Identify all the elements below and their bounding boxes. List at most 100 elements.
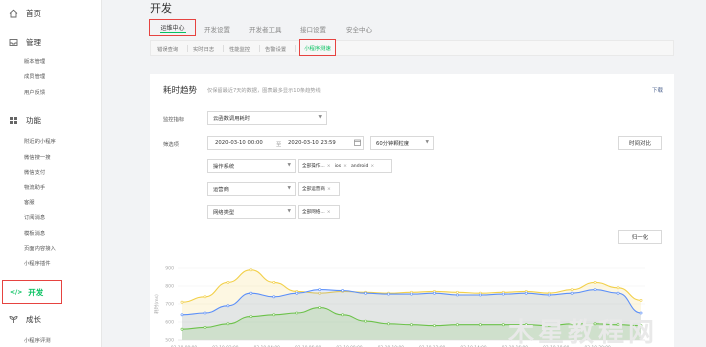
chevron-down-icon: ▼: [287, 209, 291, 214]
data-point: [455, 290, 459, 294]
close-icon[interactable]: ×: [370, 164, 374, 169]
download-link[interactable]: 下载: [652, 86, 663, 94]
date-start: 2020-03-10 00:00: [215, 140, 263, 146]
data-point: [318, 306, 322, 310]
tab-api-settings[interactable]: 接口设置: [300, 24, 326, 34]
tag-carrier-all[interactable]: 全部运营商 ×: [302, 186, 331, 192]
tab-dev-tools[interactable]: 开发者工具: [249, 24, 282, 34]
nav-growth-label: 成长: [26, 315, 41, 324]
data-point: [433, 324, 436, 328]
code-icon: </>: [10, 288, 23, 296]
tag-os-android[interactable]: android ×: [351, 164, 374, 169]
tab-ops-center[interactable]: 运维中心: [149, 19, 196, 36]
subtab-errors[interactable]: 错误查询: [157, 45, 178, 53]
tab-security[interactable]: 安全中心: [346, 24, 372, 34]
nav-growth[interactable]: 成长: [9, 314, 41, 325]
subtab-realtime-log[interactable]: 实时日志: [193, 45, 214, 53]
sidebar-item-pay[interactable]: 微信支付: [24, 168, 45, 176]
filter-label: 筛选项: [163, 142, 179, 148]
close-icon[interactable]: ×: [327, 187, 331, 192]
subtab-performance[interactable]: 性能监控: [229, 45, 250, 53]
metric-select-value: 云函数调用耗时: [213, 116, 251, 122]
nav-features[interactable]: 功能: [9, 115, 41, 126]
sidebar-item-logistics[interactable]: 物流助手: [24, 183, 45, 191]
data-point: [455, 293, 459, 297]
nav-manage-label: 管理: [26, 38, 41, 47]
normalize-button[interactable]: 归一化: [618, 230, 662, 244]
data-point: [593, 280, 597, 284]
inbox-icon: [9, 38, 18, 47]
data-point: [249, 315, 253, 319]
data-point: [203, 295, 207, 299]
sidebar-item-members[interactable]: 成员管理: [24, 72, 45, 80]
data-point: [272, 313, 276, 317]
watermark-text: 木星教程网: [508, 318, 659, 347]
card-title: 耗时趋势: [163, 86, 198, 96]
data-point: [364, 291, 368, 295]
filter-network-tags[interactable]: 全部网络... ×: [298, 205, 340, 219]
subtab-divider: [259, 45, 260, 52]
subtab-bar: 错误查询 实时日志 性能监控 告警设置 小程序测速: [150, 39, 674, 56]
filter-carrier-name: 运营商: [213, 187, 229, 193]
granularity-select[interactable]: 60分钟颗粒度 ▼: [370, 136, 434, 150]
sidebar-item-evaluation[interactable]: 小程序评测: [24, 336, 51, 344]
filter-os-select[interactable]: 操作系统 ▼: [207, 159, 296, 173]
granularity-value: 60分钟颗粒度: [376, 141, 410, 147]
sidebar-item-nearby[interactable]: 附近的小程序: [24, 137, 56, 145]
date-range-picker[interactable]: 2020-03-10 00:00 至 2020-03-10 23:59: [207, 136, 364, 150]
chevron-down-icon: ▼: [287, 186, 291, 191]
data-point: [180, 327, 184, 331]
date-end: 2020-03-10 23:59: [288, 140, 336, 146]
close-icon[interactable]: ×: [327, 164, 331, 169]
filter-carrier-select[interactable]: 运营商 ▼: [207, 182, 296, 196]
sidebar-item-subscribe[interactable]: 订阅消息: [24, 213, 45, 221]
nav-develop[interactable]: </> 开发: [2, 280, 62, 304]
subtab-alerts[interactable]: 告警设置: [265, 45, 286, 53]
data-point: [570, 288, 574, 292]
filter-os-name: 操作系统: [213, 164, 235, 170]
sidebar-item-template[interactable]: 模板消息: [24, 229, 45, 237]
sidebar-item-version[interactable]: 版本管理: [24, 57, 45, 65]
tag-label: 全部运营商: [302, 187, 325, 192]
nav-home[interactable]: 首页: [9, 8, 41, 19]
filter-carrier-tags[interactable]: 全部运营商 ×: [298, 182, 340, 196]
data-point: [226, 280, 230, 284]
y-tick-label: 600: [165, 320, 174, 326]
tag-label: ios: [334, 163, 342, 169]
data-point: [180, 300, 184, 304]
tag-label: android: [350, 163, 369, 169]
close-icon[interactable]: ×: [343, 164, 347, 169]
subtab-divider: [187, 45, 188, 52]
metric-select[interactable]: 云函数调用耗时 ▼: [207, 111, 327, 125]
tag-os-ios[interactable]: ios ×: [335, 164, 347, 169]
sidebar-item-search[interactable]: 微信搜一搜: [24, 153, 51, 161]
sidebar-item-content[interactable]: 页面内容接入: [24, 244, 56, 252]
data-point: [387, 322, 390, 326]
filter-os-tags[interactable]: 全部操作... × ios × android ×: [298, 159, 392, 173]
nav-manage[interactable]: 管理: [9, 37, 41, 48]
data-point: [455, 323, 459, 327]
y-tick-label: 800: [165, 284, 174, 290]
data-point: [433, 291, 436, 295]
data-point: [341, 313, 345, 317]
tag-network-all[interactable]: 全部网络... ×: [302, 209, 331, 215]
data-point: [180, 313, 184, 317]
sidebar-item-feedback[interactable]: 用户反馈: [24, 88, 45, 96]
close-icon[interactable]: ×: [327, 210, 331, 215]
filter-network-name: 网络类型: [213, 210, 235, 216]
y-tick-label: 500: [165, 338, 174, 344]
data-point: [203, 311, 207, 315]
tab-dev-settings[interactable]: 开发设置: [204, 24, 230, 34]
sidebar-item-service[interactable]: 客服: [24, 198, 35, 206]
nav-develop-label: 开发: [28, 287, 44, 297]
sidebar-item-plugin[interactable]: 小程序插件: [24, 259, 51, 267]
data-point: [478, 323, 482, 327]
filter-network-select[interactable]: 网络类型 ▼: [207, 205, 296, 219]
time-compare-button[interactable]: 时间对比: [618, 136, 662, 150]
tag-os-all[interactable]: 全部操作... ×: [302, 163, 331, 169]
subtab-speed-test[interactable]: 小程序测速: [299, 39, 336, 56]
chevron-down-icon: ▼: [425, 140, 429, 145]
data-point: [272, 295, 276, 299]
data-point: [547, 293, 551, 297]
trend-card: 耗时趋势 仅保留最近7天的数据，图表最多显示10条趋势线 下载 监控指标 云函数…: [150, 74, 674, 347]
